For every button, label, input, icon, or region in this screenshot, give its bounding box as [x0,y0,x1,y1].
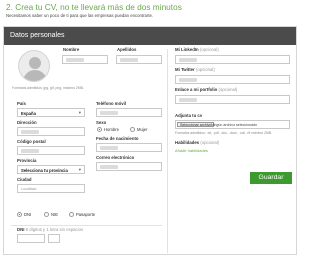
documento-nie-radio[interactable] [44,212,49,217]
portfolio-optional: (opcional) [218,87,238,92]
sexo-mujer-label: Mujer [137,127,148,132]
add-skills-link[interactable]: Añadir habilidades [175,148,208,153]
photo-hint: Formatos admitidos: jpg, gif, png, máxim… [12,86,84,90]
provincia-value: Selecciona tu provincia [21,168,68,173]
portfolio-label-text: Enlace a mi portfolio [175,87,218,92]
chevron-down-icon: ▾ [78,167,81,172]
codigo-postal-label: Código postal [17,139,46,144]
ciudad-field[interactable]: Localidad [17,184,85,193]
apellidos-field[interactable] [116,55,162,64]
documento-pasaporte-label: Pasaporte [76,212,96,217]
habilidades-label: Habilidades (opcional) [175,140,219,145]
provincia-select[interactable]: Selecciona tu provincia ▾ [17,165,85,174]
cv-file-status: Ningún archivo seleccionado [211,122,257,127]
linkedin-label: Mi LinkedIn (opcional) [175,47,219,52]
dni-label: DNI 8 dígitos y 1 letra sin espacios [17,227,83,232]
chevron-down-icon: ▾ [78,110,81,115]
user-silhouette-body [23,70,47,81]
telefono-label: Teléfono móvil [96,101,127,106]
codigo-postal-field[interactable] [17,146,85,155]
ciudad-label: Ciudad [17,177,32,182]
habilidades-label-text: Habilidades [175,140,200,145]
personal-data-card: Datos personales Formatos admitidos: jpg… [3,26,297,255]
documento-dni-label: DNI [24,212,32,217]
section-divider [11,225,162,226]
pais-value: España [21,111,36,116]
sexo-hombre-label: Hombre [104,127,119,132]
direccion-field[interactable] [17,127,85,136]
habilidades-optional: (opcional) [200,140,220,145]
portfolio-field[interactable] [175,95,290,104]
sexo-mujer-radio[interactable] [130,127,135,132]
fecha-nacimiento-field[interactable] [96,143,162,152]
user-silhouette-icon [29,57,41,69]
cv-label: Adjunta tu cv [175,113,203,118]
dni-field[interactable] [17,234,45,243]
sexo-hombre-radio[interactable] [97,127,102,132]
linkedin-label-text: Mi LinkedIn [175,47,199,52]
twitter-label: Mi Twitter (opcional) [175,67,215,72]
dni-letter-field[interactable] [48,234,60,243]
linkedin-optional: (opcional) [199,47,219,52]
correo-label: Correo electrónico [96,155,135,160]
direccion-label: Dirección [17,120,37,125]
cv-hint: Formatos admitidos: .txt, .pdf, .doc, .d… [175,131,273,135]
twitter-optional: (opcional) [195,67,215,72]
documento-nie-label: NIE [51,212,58,217]
fecha-nacimiento-label: Fecha de nacimiento [96,136,139,141]
correo-field[interactable] [96,162,162,171]
apellidos-label: Apellidos [117,47,137,52]
provincia-label: Provincia [17,158,37,163]
card-header: Datos personales [4,27,296,45]
sexo-label: Sexo [96,120,107,125]
save-button[interactable]: Guardar [250,172,292,184]
column-divider [167,49,168,253]
ciudad-placeholder: Localidad [21,187,37,191]
dni-hint: 8 dígitos y 1 letra sin espacios [25,227,84,232]
card-title: Datos personales [10,32,65,39]
documento-dni-radio[interactable] [17,212,22,217]
nombre-label: Nombre [63,47,80,52]
cv-file-input[interactable]: Seleccionar archivo Ningún archivo selec… [175,120,290,129]
cv-select-file-button[interactable]: Seleccionar archivo [177,122,215,127]
documento-pasaporte-radio[interactable] [69,212,74,217]
avatar-upload[interactable] [18,50,50,82]
twitter-label-text: Mi Twitter [175,67,195,72]
nombre-field[interactable] [62,55,108,64]
portfolio-label: Enlace a mi portfolio (opcional) [175,87,237,92]
page-subtitle: Necesitamos saber un poco de ti para que… [6,13,154,18]
telefono-field[interactable] [96,108,162,117]
linkedin-field[interactable] [175,55,290,64]
twitter-field[interactable] [175,75,290,84]
page-title: 2. Crea tu CV, no te llevará más de dos … [6,2,182,12]
dni-label-text: DNI [17,227,25,232]
pais-select[interactable]: España ▾ [17,108,85,117]
pais-label: País [17,101,26,106]
